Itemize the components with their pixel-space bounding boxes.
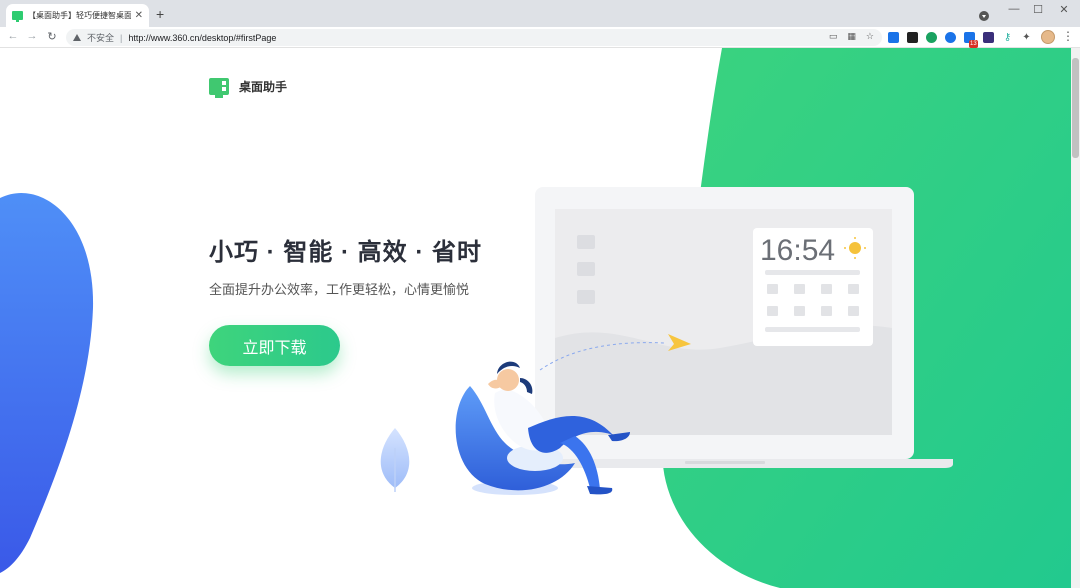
back-button[interactable]: ←: [6, 30, 20, 42]
extensions-puzzle-icon[interactable]: ✦: [1021, 32, 1032, 43]
brand-name: 桌面助手: [239, 80, 288, 94]
extension-vpn-icon[interactable]: [926, 32, 937, 43]
bookmark-star-icon[interactable]: ☆: [866, 31, 874, 42]
extension-badge: 13: [969, 40, 978, 48]
browser-toolbar: ← → ↻ 不安全 | http://www.360.cn/desktop/#f…: [0, 27, 1080, 48]
sun-icon: [849, 242, 861, 254]
security-label[interactable]: 不安全: [87, 31, 114, 44]
tree-illustration: [380, 428, 410, 492]
tab-title: 【桌面助手】轻巧便捷智桌面, 省: [28, 11, 131, 20]
not-secure-warning-icon: [73, 34, 81, 41]
browser-tab[interactable]: 【桌面助手】轻巧便捷智桌面, 省 ✕: [6, 4, 149, 27]
scrollbar-thumb[interactable]: [1072, 58, 1079, 158]
profile-avatar[interactable]: [1041, 30, 1055, 44]
browser-menu-icon[interactable]: ⋮: [1062, 29, 1074, 43]
page-subline: 全面提升办公效率，工作更轻松，心情更愉悦: [209, 282, 470, 297]
extension-key-icon[interactable]: ⚷: [1002, 32, 1013, 43]
tab-strip: 【桌面助手】轻巧便捷智桌面, 省 ✕ + — ☐ ✕: [0, 0, 1080, 27]
web-page: 16:54 桌面助手 小巧 · 智能 · 高效 · 省时 全面提升办公效率，工作…: [0, 48, 1071, 588]
extension-ia-icon[interactable]: [983, 32, 994, 43]
forward-button[interactable]: →: [25, 30, 39, 42]
extension-circle-icon[interactable]: [945, 32, 956, 43]
extension-download-icon[interactable]: [888, 32, 899, 43]
monitor-logo-icon: [209, 78, 229, 98]
hero-illustration: 16:54: [0, 48, 1071, 588]
site-favicon-icon: [12, 11, 23, 22]
tab-search-icon[interactable]: [979, 11, 989, 21]
address-bar[interactable]: 不安全 | http://www.360.cn/desktop/#firstPa…: [66, 29, 882, 46]
maximize-button[interactable]: ☐: [1030, 3, 1046, 16]
cast-icon[interactable]: ▭: [829, 31, 838, 42]
qr-code-icon[interactable]: ▦: [847, 31, 856, 42]
download-button[interactable]: 立即下载: [209, 325, 340, 366]
reload-button[interactable]: ↻: [45, 30, 59, 43]
clock-widget-time: 16:54: [760, 234, 835, 267]
brand-header[interactable]: 桌面助手: [209, 78, 288, 98]
url-separator: |: [120, 32, 123, 43]
minimize-button[interactable]: —: [1006, 3, 1022, 15]
extension-tab-icon[interactable]: [907, 32, 918, 43]
folder-icon: [577, 235, 595, 249]
folder-icon: [577, 262, 595, 276]
url-text[interactable]: http://www.360.cn/desktop/#firstPage: [128, 33, 276, 43]
tab-close-icon[interactable]: ✕: [135, 10, 143, 21]
page-headline: 小巧 · 智能 · 高效 · 省时: [209, 239, 482, 266]
folder-icon: [577, 290, 595, 304]
close-window-button[interactable]: ✕: [1056, 3, 1072, 16]
blue-blob-shape: [0, 192, 94, 574]
page-scrollbar[interactable]: [1071, 48, 1080, 588]
new-tab-button[interactable]: +: [156, 6, 164, 22]
